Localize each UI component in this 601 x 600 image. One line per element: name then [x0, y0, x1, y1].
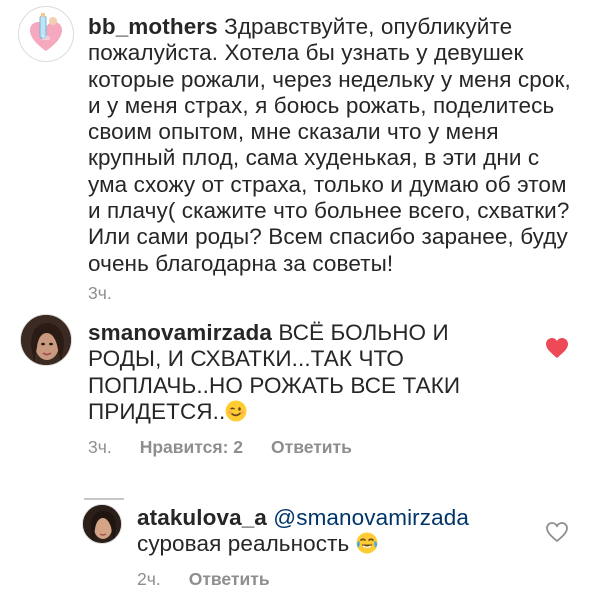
heart-icon[interactable] [545, 337, 569, 359]
comment-username[interactable]: bb_mothers [88, 14, 218, 39]
user-photo-avatar [21, 315, 71, 365]
comment-time: 3ч. [88, 283, 112, 303]
comment-meta-1: 3ч. [88, 283, 140, 304]
comment-username[interactable]: smanovamirzada [88, 320, 272, 345]
comment-username[interactable]: atakulova_a [137, 505, 267, 530]
mention-link[interactable]: @smanovamirzada [273, 505, 469, 530]
avatar-bb-mothers[interactable]: bb [18, 6, 74, 62]
comment-text-3: atakulova_a @smanovamirzada суровая реал… [137, 505, 497, 558]
avatar-atakulova-a[interactable] [82, 504, 122, 544]
avatar-smanovamirzada[interactable] [20, 314, 72, 366]
comment-body: суровая реальность [137, 531, 350, 557]
heart-outline-icon[interactable] [545, 521, 569, 543]
comment-meta-3: 2ч. Ответить [137, 569, 298, 590]
comment-time: 3ч. [88, 437, 112, 457]
view-replies-divider [84, 498, 124, 500]
user-photo-avatar [83, 505, 121, 543]
comment-text-1: bb_mothers Здравствуйте, опубликуйте пож… [88, 14, 578, 277]
likes-count-button[interactable]: Нравится: 2 [140, 437, 243, 457]
reply-button[interactable]: Ответить [189, 569, 270, 589]
comment-meta-2: 3ч. Нравится: 2 Ответить [88, 437, 380, 458]
winking-face-emoji [225, 400, 247, 422]
tears-of-joy-emoji [356, 532, 378, 554]
svg-text:bb: bb [42, 35, 50, 42]
comment-text-2: smanovamirzada ВСЁ БОЛЬНО И РОДЫ, И СХВА… [88, 320, 488, 425]
baby-bottle-logo-icon: bb [20, 8, 72, 60]
comment-body: Здравствуйте, опубликуйте пожалуйста. Хо… [88, 14, 571, 276]
comment-time: 2ч. [137, 569, 161, 589]
reply-button[interactable]: Ответить [271, 437, 352, 457]
